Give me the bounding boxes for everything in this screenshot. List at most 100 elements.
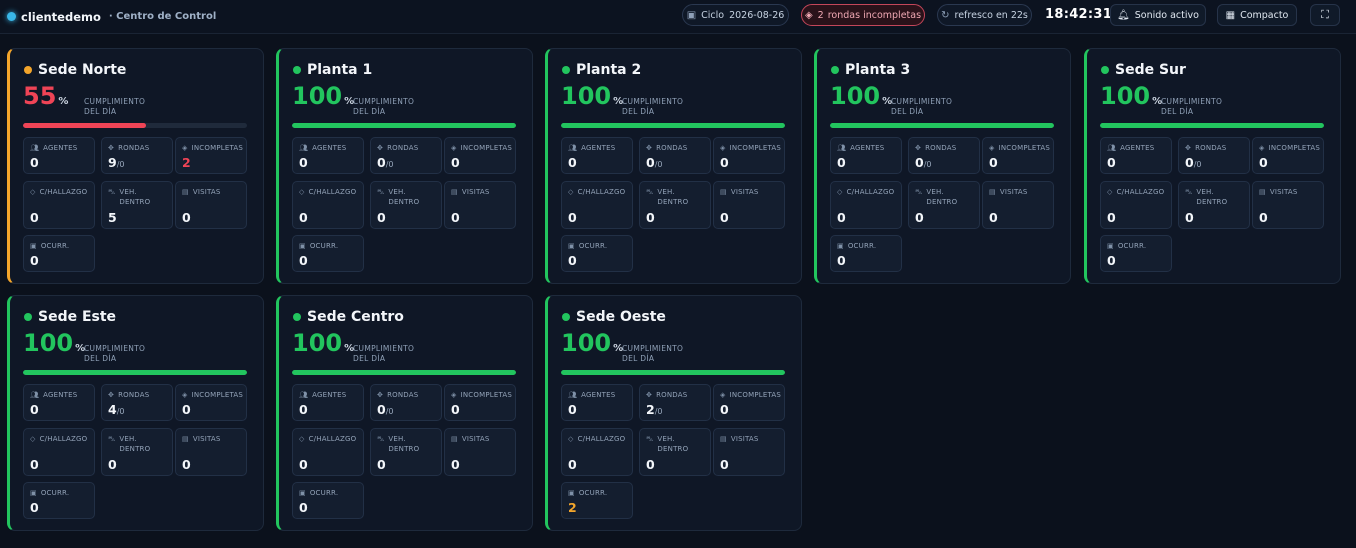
incidents-value: 0 — [299, 253, 308, 268]
tile-incidents: ▣ OCURR. 0 — [292, 235, 364, 272]
tile-label-line1: VEH. — [926, 188, 944, 196]
incidents-value: 2 — [568, 500, 577, 515]
tile-label-line1: VEH. — [119, 435, 137, 443]
car-icon: ⛍ — [646, 188, 654, 196]
brand-name: clientedemo — [21, 9, 101, 24]
tile-visits: ▤ VISITAS 0 — [713, 428, 785, 476]
compliance-bar — [23, 123, 247, 128]
compliance-label-line2: DEL DÍA — [622, 354, 655, 363]
tile-label: OCURR. — [578, 242, 608, 250]
tile-agents: 👥︎ AGENTES 0 — [561, 137, 633, 174]
site-card[interactable]: Sede Oeste 100 % CUMPLIMIENTO DEL DÍA 👥︎… — [545, 295, 802, 531]
site-header: Planta 3 — [831, 62, 910, 78]
agents-value: 0 — [299, 402, 308, 417]
site-header: Planta 1 — [293, 62, 372, 78]
warning-diamond-icon: ◈ — [451, 391, 457, 399]
incomplete-rounds-alert[interactable]: ◈ 2 rondas incompletas — [801, 4, 925, 26]
tile-incomplete: ◈ INCOMPLETAS 0 — [713, 137, 785, 174]
rounds-total: /0 — [116, 160, 125, 169]
site-card[interactable]: Sede Sur 100 % CUMPLIMIENTO DEL DÍA 👥︎ AG… — [1084, 48, 1341, 284]
visits-value: 0 — [182, 457, 191, 472]
report-icon: ▣ — [299, 489, 306, 497]
site-card[interactable]: Sede Este 100 % CUMPLIMIENTO DEL DÍA 👥︎ A… — [7, 295, 264, 531]
tile-incidents: ▣ OCURR. 0 — [561, 235, 633, 272]
tile-rounds: ✥ RONDAS 4/0 — [101, 384, 173, 421]
cycle-pill[interactable]: ▣ Ciclo 2026-08-26 — [682, 4, 789, 26]
fullscreen-button[interactable]: ⛶ — [1310, 4, 1340, 26]
alert-text: rondas incompletas — [827, 9, 922, 21]
compliance-bar — [561, 370, 785, 375]
site-header: Sede Sur — [1101, 62, 1186, 78]
agents-value: 0 — [1107, 155, 1116, 170]
compliance-label-line2: DEL DÍA — [84, 107, 117, 116]
vehicles-value: 0 — [1185, 210, 1194, 225]
tile-label: INCOMPLETAS — [1268, 144, 1321, 152]
site-card[interactable]: Sede Norte 55 % CUMPLIMIENTO DEL DÍA 👥︎ A… — [7, 48, 264, 284]
agents-value: 0 — [299, 155, 308, 170]
compliance-label: CUMPLIMIENTO DEL DÍA — [84, 97, 164, 117]
agents-value: 0 — [30, 155, 39, 170]
tile-label: AGENTES — [1120, 144, 1155, 152]
agents-icon: 👥︎ — [30, 391, 40, 399]
route-icon: ✥ — [915, 144, 922, 152]
compliance-bar-fill — [830, 123, 1054, 128]
rounds-done: 4 — [108, 402, 117, 417]
site-name: Planta 1 — [307, 62, 373, 78]
warning-diamond-icon: ◈ — [804, 9, 813, 21]
finding-icon: ◇ — [299, 188, 305, 196]
site-card[interactable]: Planta 3 100 % CUMPLIMIENTO DEL DÍA 👥︎ AG… — [814, 48, 1071, 284]
site-card[interactable]: Sede Centro 100 % CUMPLIMIENTO DEL DÍA 👥… — [276, 295, 533, 531]
tile-findings: ◇ C/HALLAZGO 0 — [561, 181, 633, 229]
tile-incidents: ▣ OCURR. 0 — [292, 482, 364, 519]
tile-rounds: ✥ RONDAS 9/0 — [101, 137, 173, 174]
findings-value: 0 — [568, 210, 577, 225]
status-dot — [24, 313, 32, 321]
compliance-label-line1: CUMPLIMIENTO — [891, 97, 953, 106]
site-name: Planta 2 — [576, 62, 642, 78]
tile-vehicles: ⛍ VEH. DENTRO 0 — [639, 181, 711, 229]
tile-incidents: ▣ OCURR. 0 — [23, 482, 95, 519]
findings-value: 0 — [837, 210, 846, 225]
sound-toggle-button[interactable]: 🔔︎ Sonido activo — [1110, 4, 1206, 26]
tile-rounds: ✥ RONDAS 0/0 — [1178, 137, 1250, 174]
site-card[interactable]: Planta 1 100 % CUMPLIMIENTO DEL DÍA 👥︎ AG… — [276, 48, 533, 284]
agents-icon: 👥︎ — [299, 144, 309, 152]
vehicles-value: 0 — [108, 457, 117, 472]
badge-icon: ▤ — [720, 188, 727, 196]
compliance-label: CUMPLIMIENTO DEL DÍA — [891, 97, 971, 117]
compliance-label-line1: CUMPLIMIENTO — [353, 344, 415, 353]
tile-visits: ▤ VISITAS 0 — [713, 181, 785, 229]
compliance-bar-fill — [561, 123, 785, 128]
compact-view-button[interactable]: ▦ Compacto — [1217, 4, 1297, 26]
vehicles-value: 0 — [646, 457, 655, 472]
tile-findings: ◇ C/HALLAZGO 0 — [830, 181, 902, 229]
site-name: Sede Oeste — [576, 309, 666, 325]
tile-label: RONDAS — [656, 144, 688, 152]
incidents-value: 0 — [837, 253, 846, 268]
route-icon: ✥ — [646, 391, 653, 399]
compliance-value: 100 % — [561, 83, 623, 109]
tile-label: VISITAS — [461, 188, 490, 196]
site-header: Sede Oeste — [562, 309, 666, 325]
incidents-value: 0 — [568, 253, 577, 268]
tile-label-line1: VEH. — [1196, 188, 1214, 196]
status-dot — [562, 313, 570, 321]
tile-label: AGENTES — [581, 144, 616, 152]
warning-diamond-icon: ◈ — [451, 144, 457, 152]
tile-label: AGENTES — [43, 391, 78, 399]
compliance-bar — [830, 123, 1054, 128]
tile-incomplete: ◈ INCOMPLETAS 0 — [1252, 137, 1324, 174]
refresh-pill[interactable]: ↻ refresco en 22s — [937, 4, 1032, 26]
car-icon: ⛍ — [108, 435, 116, 443]
finding-icon: ◇ — [30, 435, 36, 443]
tile-label: OCURR. — [578, 489, 608, 497]
tile-label: RONDAS — [925, 144, 957, 152]
badge-icon: ▤ — [451, 435, 458, 443]
site-name: Sede Norte — [38, 62, 127, 78]
site-card[interactable]: Planta 2 100 % CUMPLIMIENTO DEL DÍA 👥︎ AG… — [545, 48, 802, 284]
percent-sign: % — [58, 96, 69, 107]
status-dot — [293, 66, 301, 74]
compliance-label: CUMPLIMIENTO DEL DÍA — [1161, 97, 1241, 117]
site-header: Sede Centro — [293, 309, 404, 325]
rounds-total: /0 — [385, 160, 394, 169]
